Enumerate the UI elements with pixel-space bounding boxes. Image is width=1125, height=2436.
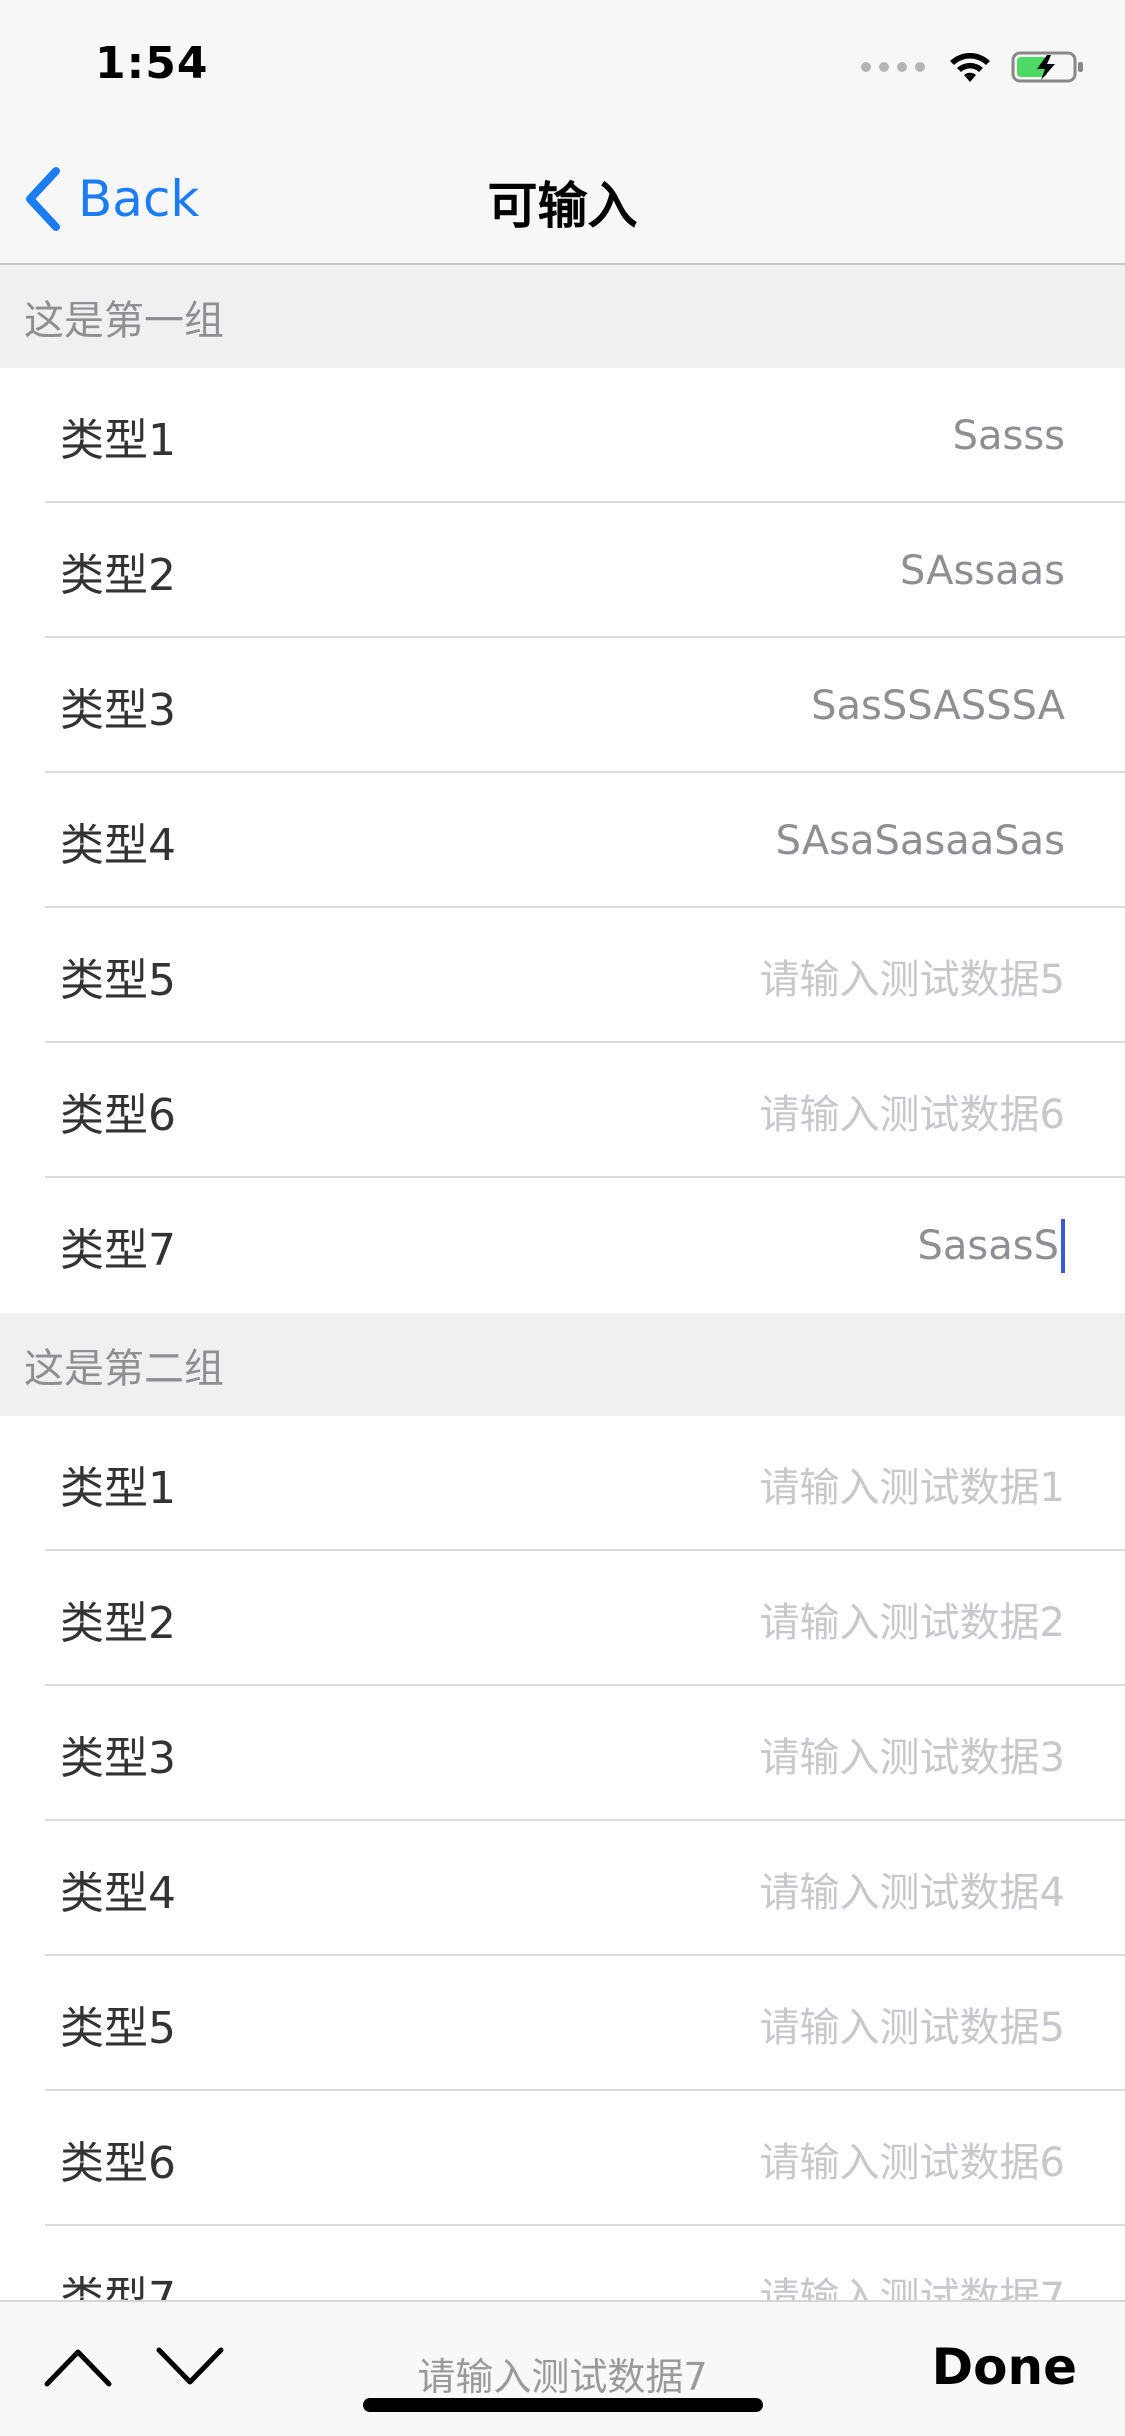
text-field-placeholder[interactable]: 请输入测试数据5 bbox=[760, 947, 1065, 1005]
section-rows: 类型1 请输入测试数据1 类型2 请输入测试数据2 类型3 请输入测试数据3 类型4 请输入测… bbox=[0, 1416, 1125, 2361]
row-label: 类型1 bbox=[60, 1462, 176, 1514]
row-label: 类型3 bbox=[60, 1732, 176, 1784]
text-field-placeholder[interactable]: 请输入测试数据4 bbox=[760, 1860, 1065, 1918]
text-field-value: SAsaSasaaSas bbox=[775, 817, 1065, 864]
done-button[interactable]: Done bbox=[932, 2338, 1077, 2396]
row-label: 类型5 bbox=[60, 2002, 176, 2054]
row-label: 类型2 bbox=[60, 549, 176, 601]
form-table: 这是第一组类型1 Sasss 类型2 SAssaas 类型3 SasSSASSSA 类型4 S… bbox=[0, 265, 1125, 2361]
text-field[interactable]: Sasss bbox=[953, 413, 1065, 459]
row-label: 类型6 bbox=[60, 1089, 176, 1141]
text-field-value: 请输入测试数据1 bbox=[759, 1464, 1065, 1511]
table-row[interactable]: 类型2 请输入测试数据2 bbox=[0, 1551, 1125, 1686]
row-label: 类型4 bbox=[60, 1867, 176, 1919]
row-label: 类型7 bbox=[60, 1224, 176, 1276]
row-label: 类型3 bbox=[60, 684, 176, 736]
table-row[interactable]: 类型3 请输入测试数据3 bbox=[0, 1686, 1125, 1821]
page-title: 可输入 bbox=[487, 177, 638, 235]
row-label: 类型1 bbox=[60, 414, 176, 466]
text-field-value: 请输入测试数据5 bbox=[759, 956, 1065, 1003]
text-field-placeholder[interactable]: 请输入测试数据6 bbox=[760, 1082, 1065, 1140]
table-row[interactable]: 类型4 请输入测试数据4 bbox=[0, 1821, 1125, 1956]
wifi-icon bbox=[950, 53, 990, 82]
text-field[interactable]: SasSSASSSA bbox=[811, 683, 1065, 729]
table-row[interactable]: 类型5 请输入测试数据5 bbox=[0, 1956, 1125, 2091]
text-field-placeholder[interactable]: 请输入测试数据6 bbox=[760, 2130, 1065, 2188]
section-rows: 类型1 Sasss 类型2 SAssaas 类型3 SasSSASSSA 类型4 SAsaSa… bbox=[0, 368, 1125, 1313]
keyboard-accessory-bar: 请输入测试数据7 Done bbox=[0, 2300, 1125, 2436]
text-field-value: 请输入测试数据4 bbox=[759, 1869, 1065, 1916]
table-row[interactable]: 类型5 请输入测试数据5 bbox=[0, 908, 1125, 1043]
status-indicators bbox=[861, 50, 1085, 84]
section-header: 这是第二组 bbox=[0, 1313, 1125, 1416]
section-header: 这是第一组 bbox=[0, 265, 1125, 368]
text-field-value: SAssaas bbox=[899, 547, 1065, 594]
table-row[interactable]: 类型3 SasSSASSSA bbox=[0, 638, 1125, 773]
home-indicator bbox=[363, 2398, 763, 2412]
text-field[interactable]: SasasS bbox=[917, 1218, 1065, 1273]
row-label: 类型5 bbox=[60, 954, 176, 1006]
text-field-placeholder[interactable]: 请输入测试数据3 bbox=[760, 1725, 1065, 1783]
text-field-value: 请输入测试数据5 bbox=[759, 2004, 1065, 2051]
text-field[interactable]: SAsaSasaaSas bbox=[776, 818, 1065, 864]
table-row[interactable]: 类型1 请输入测试数据1 bbox=[0, 1416, 1125, 1551]
battery-charging-icon bbox=[1011, 51, 1083, 83]
text-field-value: 请输入测试数据3 bbox=[759, 1734, 1065, 1781]
table-row[interactable]: 类型6 请输入测试数据6 bbox=[0, 2091, 1125, 2226]
table-row[interactable]: 类型2 SAssaas bbox=[0, 503, 1125, 638]
text-field-value: SasasS bbox=[917, 1222, 1059, 1269]
cellular-signal-icon bbox=[861, 62, 925, 72]
text-field[interactable]: SAssaas bbox=[900, 548, 1065, 594]
text-field-value: 请输入测试数据6 bbox=[759, 2139, 1065, 2186]
text-field-value: 请输入测试数据2 bbox=[759, 1599, 1065, 1646]
text-field-value: 请输入测试数据6 bbox=[759, 1091, 1065, 1138]
text-field-value: SasSSASSSA bbox=[811, 682, 1065, 729]
text-field-value: Sasss bbox=[952, 412, 1065, 459]
row-label: 类型2 bbox=[60, 1597, 176, 1649]
screen: 1:54 Back 可输入 这是第一组 类型1 Sasss 类型2 SAssaa… bbox=[0, 0, 1125, 2436]
text-field-placeholder[interactable]: 请输入测试数据5 bbox=[760, 1995, 1065, 2053]
navigation-bar: 1:54 Back 可输入 bbox=[0, 0, 1125, 265]
table-row[interactable]: 类型6 请输入测试数据6 bbox=[0, 1043, 1125, 1178]
text-cursor bbox=[1061, 1218, 1065, 1273]
table-row[interactable]: 类型4 SAsaSasaaSas bbox=[0, 773, 1125, 908]
text-field-placeholder[interactable]: 请输入测试数据1 bbox=[760, 1455, 1065, 1513]
row-label: 类型4 bbox=[60, 819, 176, 871]
text-field-placeholder[interactable]: 请输入测试数据2 bbox=[760, 1590, 1065, 1648]
table-row[interactable]: 类型7 SasasS bbox=[0, 1178, 1125, 1313]
table-row[interactable]: 类型1 Sasss bbox=[0, 368, 1125, 503]
status-time: 1:54 bbox=[95, 38, 209, 89]
row-label: 类型6 bbox=[60, 2137, 176, 2189]
